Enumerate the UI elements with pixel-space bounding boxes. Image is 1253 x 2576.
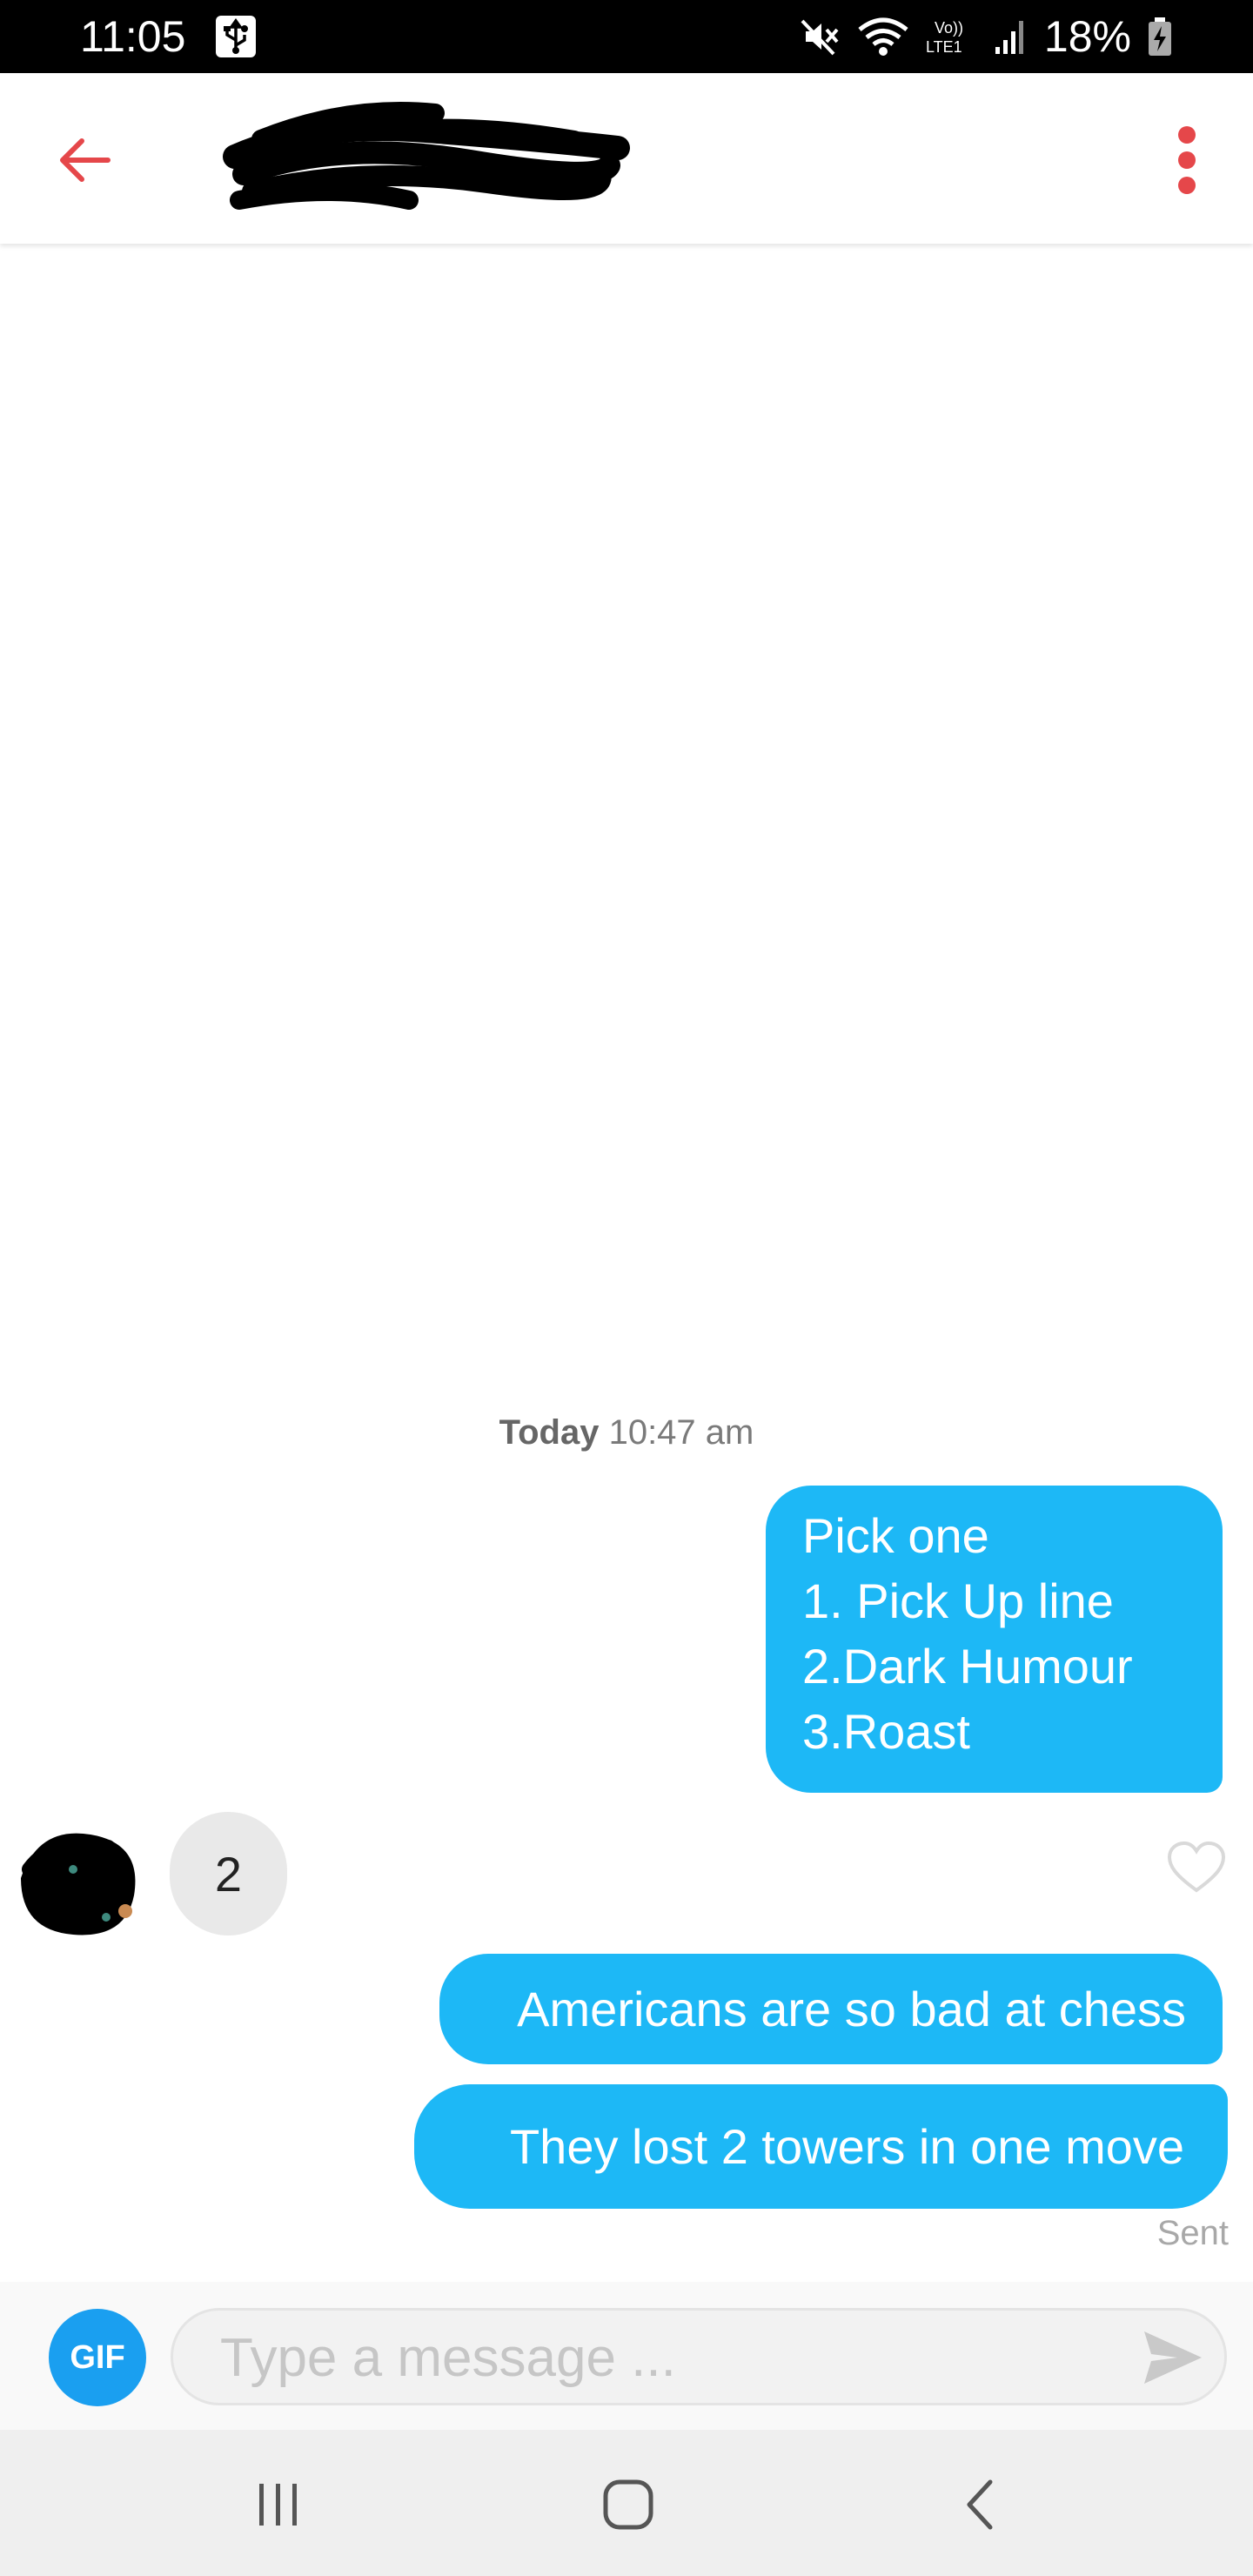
arrow-left-icon [60, 138, 111, 182]
redacted-contact-name[interactable] [209, 78, 644, 235]
usb-icon [216, 16, 256, 57]
message-status: Sent [1156, 2214, 1229, 2252]
system-back-button[interactable] [945, 2470, 1015, 2539]
sent-message-bubble[interactable]: Pick one 1. Pick Up line 2.Dark Humour 3… [766, 1486, 1223, 1793]
home-icon [603, 2479, 653, 2530]
gif-button[interactable]: GIF [49, 2309, 146, 2406]
recent-apps-icon [259, 2484, 297, 2526]
signal-icon [995, 21, 1023, 54]
svg-text:LTE1: LTE1 [926, 38, 962, 56]
wifi-icon [858, 17, 908, 56]
thread-timestamp: Today 10:47 am [0, 1413, 1253, 1452]
battery-percent: 18% [1043, 12, 1131, 61]
redacted-avatar[interactable] [3, 1808, 153, 1949]
volte-lte-icon: Vo)) LTE1 [926, 19, 963, 56]
send-icon[interactable] [1139, 2324, 1205, 2391]
status-time: 11:05 [80, 12, 186, 61]
mute-icon [801, 19, 839, 56]
more-options-button[interactable] [1143, 117, 1230, 204]
back-chevron-icon [967, 2479, 993, 2530]
message-composer: GIF [0, 2282, 1253, 2430]
status-icons: Vo)) LTE1 18% [799, 9, 1173, 64]
sent-message-bubble[interactable]: Americans are so bad at chess [439, 1954, 1223, 2064]
received-message-bubble[interactable]: 2 [170, 1812, 287, 1935]
svg-text:Vo)): Vo)) [935, 19, 963, 37]
vertical-dots-icon [1178, 126, 1196, 194]
back-button[interactable] [49, 125, 118, 195]
recent-apps-button[interactable] [244, 2470, 313, 2539]
message-input[interactable] [218, 2311, 1109, 2405]
home-button[interactable] [593, 2470, 663, 2539]
battery-charging-icon [1149, 17, 1171, 56]
chat-header [0, 73, 1253, 244]
message-input-container[interactable] [171, 2308, 1227, 2405]
system-nav-bar [0, 2430, 1253, 2576]
status-bar: 11:05 Vo)) LTE1 18% [0, 0, 1253, 73]
timestamp-time: 10:47 am [608, 1413, 754, 1452]
heart-icon[interactable] [1166, 1840, 1227, 1895]
sent-message-bubble[interactable]: They lost 2 towers in one move [414, 2084, 1228, 2209]
message-thread[interactable]: Today 10:47 am Pick one 1. Pick Up line … [0, 245, 1253, 2282]
timestamp-day: Today [499, 1413, 600, 1452]
